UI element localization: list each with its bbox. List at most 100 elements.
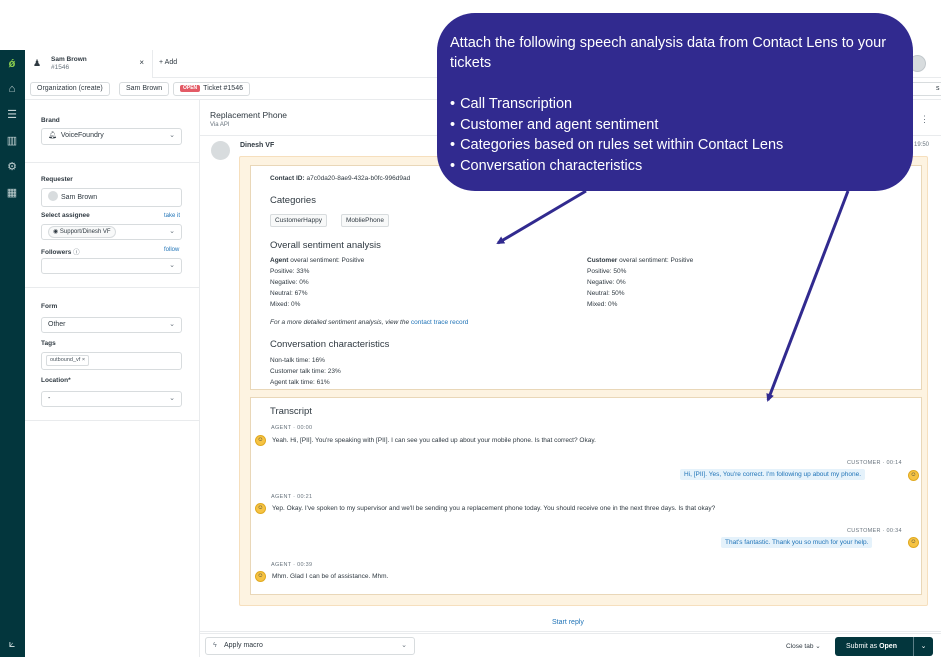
- lightning-icon: ϟ: [213, 642, 217, 649]
- location-select[interactable]: - ⌄: [41, 391, 182, 407]
- start-reply-link[interactable]: Start reply: [552, 619, 584, 626]
- breadcrumb-organization[interactable]: Organization (create): [30, 82, 110, 96]
- transcript-section: Transcript AGENT · 00:00 ☺ Yeah. Hi, [PI…: [250, 397, 922, 595]
- agent-label: Agent: [270, 257, 289, 264]
- smiley-icon: ☺: [255, 435, 266, 446]
- nav-rail: ǿ ⌂ ☰ ▥ ⚙ ▦ ⟀: [0, 50, 25, 657]
- ticket-channel: Via API: [210, 122, 230, 128]
- brand-select[interactable]: 🔔︎ VoiceFoundry ⌄: [41, 128, 182, 145]
- home-icon[interactable]: ⌂: [4, 81, 20, 97]
- chevron-down-icon: ⌄: [169, 228, 175, 235]
- customer-mixed: Mixed: 0%: [587, 301, 618, 308]
- brand-label: Brand: [41, 117, 60, 124]
- callout-list: Call Transcription Customer and agent se…: [450, 94, 783, 176]
- requester-field[interactable]: Sam Brown: [41, 188, 182, 207]
- customer-positive: Positive: 50%: [587, 268, 627, 275]
- zendesk-footer-icon[interactable]: ⟀: [4, 636, 20, 652]
- tag-chip[interactable]: outbound_vf ×: [46, 355, 90, 366]
- chevron-down-icon: ⌄: [169, 262, 175, 269]
- info-icon: ⓘ: [73, 249, 80, 256]
- transcript-customer-message: That's fantastic. Thank you so much for …: [721, 537, 873, 548]
- transcript-agent-message: Mhm. Glad I can be of assistance. Mhm.: [272, 573, 389, 580]
- chevron-down-icon: ⌄: [169, 321, 175, 328]
- admin-gear-icon[interactable]: ⚙: [4, 159, 20, 175]
- submit-options-chevron-icon[interactable]: ⌄: [913, 637, 933, 656]
- views-icon[interactable]: ☰: [4, 107, 20, 123]
- close-tab-icon[interactable]: ×: [139, 58, 144, 67]
- internal-note: Contact ID: a7c0da20-8ae9-432a-b0fc-996d…: [239, 156, 928, 606]
- divider: [200, 631, 941, 632]
- agent-overall-sentiment: Agent overal sentiment: Positive: [270, 257, 364, 264]
- tab-title: Sam Brown: [51, 56, 87, 63]
- reporting-icon[interactable]: ▥: [4, 133, 20, 149]
- breadcrumb-user[interactable]: Sam Brown: [119, 82, 170, 96]
- contact-id-label: Contact ID:: [270, 175, 305, 182]
- detail-note: For a more detailed sentiment analysis, …: [270, 319, 468, 326]
- followers-field[interactable]: ⌄: [41, 258, 182, 274]
- chevron-down-icon: ⌄: [401, 642, 407, 649]
- add-tab-button[interactable]: + Add: [159, 59, 177, 66]
- zendesk-logo-icon[interactable]: ǿ: [4, 56, 20, 72]
- requester-label: Requester: [41, 176, 73, 183]
- tab-ticket-1546[interactable]: ♟ Sam Brown #1546 ×: [25, 50, 153, 78]
- agent-overall-text: overal sentiment: Positive: [290, 257, 365, 264]
- ticket-title[interactable]: Replacement Phone: [210, 110, 287, 120]
- ticket-properties-panel: Brand 🔔︎ VoiceFoundry ⌄ Requester Sam Bro…: [25, 100, 200, 657]
- agent-negative: Negative: 0%: [270, 279, 309, 286]
- smiley-icon: ☺: [908, 470, 919, 481]
- author-avatar: [211, 141, 230, 160]
- user-avatar-icon: [48, 191, 58, 201]
- location-value: -: [48, 395, 51, 402]
- sentiment-heading: Overall sentiment analysis: [270, 240, 381, 251]
- submit-button[interactable]: Submit as Open ⌄: [835, 637, 933, 656]
- contact-id: Contact ID: a7c0da20-8ae9-432a-b0fc-996d…: [270, 175, 410, 182]
- follow-link[interactable]: follow: [164, 247, 179, 253]
- assignee-select[interactable]: ◉ Support/Dinesh VF ⌄: [41, 224, 182, 240]
- close-tab-select[interactable]: Close tab ⌄: [786, 642, 821, 650]
- conversation-heading: Conversation characteristics: [270, 339, 390, 350]
- form-select[interactable]: Other ⌄: [41, 317, 182, 333]
- form-value: Other: [48, 321, 66, 328]
- assignee-pill: ◉ Support/Dinesh VF: [48, 226, 116, 238]
- callout-item: Categories based on rules set within Con…: [450, 135, 783, 156]
- feature-callout: Attach the following speech analysis dat…: [437, 13, 913, 191]
- comment-author[interactable]: Dinesh VF: [240, 142, 274, 149]
- chevron-down-icon: ⌄: [169, 395, 175, 402]
- callout-item: Customer and agent sentiment: [450, 115, 783, 136]
- more-options-icon[interactable]: ⋮: [920, 114, 929, 125]
- chevron-down-icon: ⌄: [169, 132, 175, 139]
- callout-intro: Attach the following speech analysis dat…: [450, 35, 887, 71]
- form-label: Form: [41, 303, 58, 310]
- breadcrumb-ticket[interactable]: OPEN Ticket #1546: [173, 82, 250, 96]
- transcript-meta: CUSTOMER · 00:34: [847, 528, 902, 534]
- location-label: Location*: [41, 377, 71, 384]
- bell-icon: 🔔︎: [48, 132, 57, 139]
- submit-prefix: Submit as: [846, 643, 878, 650]
- submit-status: Open: [879, 643, 897, 650]
- contact-trace-record-link[interactable]: contact trace record: [411, 319, 468, 326]
- smiley-icon: ☺: [908, 537, 919, 548]
- callout-item: Call Transcription: [450, 94, 783, 115]
- brand-value: VoiceFoundry: [60, 132, 104, 139]
- chevron-down-icon: ⌄: [815, 643, 821, 650]
- categories-heading: Categories: [270, 195, 316, 206]
- contact-id-value: a7c0da20-8ae9-432a-b0fc-996d9ad: [306, 175, 411, 182]
- ticket-footer: ϟ Apply macro ⌄ Close tab ⌄ Submit as Op…: [200, 633, 941, 657]
- transcript-meta: AGENT · 00:21: [271, 494, 313, 500]
- agent-neutral: Neutral: 67%: [270, 290, 308, 297]
- tags-field[interactable]: outbound_vf ×: [41, 352, 182, 370]
- divider: [25, 420, 200, 421]
- breadcrumb-ticket-label: Ticket #1546: [203, 85, 243, 92]
- customer-talk-time: Customer talk time: 23%: [270, 368, 341, 375]
- take-it-link[interactable]: take it: [164, 213, 180, 219]
- transcript-customer-message: Hi, [PII]. Yes, You're correct. I'm foll…: [680, 469, 865, 480]
- agent-mixed: Mixed: 0%: [270, 301, 301, 308]
- remove-tag-icon[interactable]: ×: [82, 357, 85, 363]
- transcript-meta: AGENT · 00:00: [271, 425, 313, 431]
- apply-macro-select[interactable]: ϟ Apply macro ⌄: [205, 637, 415, 655]
- transcript-meta: CUSTOMER · 00:14: [847, 460, 902, 466]
- followers-label-text: Followers: [41, 249, 72, 256]
- apps-icon[interactable]: ▦: [4, 185, 20, 201]
- assignee-value: Support/Dinesh VF: [59, 229, 111, 235]
- callout-item: Conversation characteristics: [450, 156, 783, 177]
